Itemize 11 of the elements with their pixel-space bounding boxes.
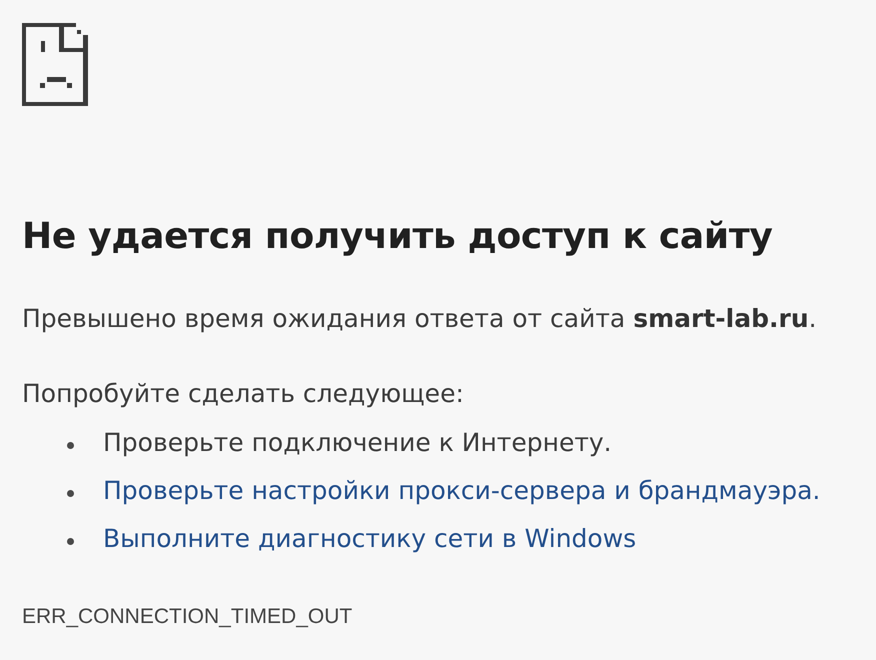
bullet-icon bbox=[67, 538, 74, 544]
bullet-icon bbox=[67, 442, 74, 448]
error-message: Превышено время ожидания ответа от сайта smart-lab.ru. bbox=[22, 303, 817, 335]
error-code: ERR_CONNECTION_TIMED_OUT bbox=[22, 604, 352, 630]
suggestion-text: Проверьте подключение к Интернету. bbox=[103, 427, 612, 459]
suggestion-link[interactable]: Проверьте настройки прокси-сервера и брандмауэра. bbox=[103, 475, 820, 507]
suggestions-title: Попробуйте сделать следующее: bbox=[22, 378, 464, 410]
sad-page-icon bbox=[22, 23, 88, 106]
bullet-icon bbox=[67, 490, 74, 496]
error-heading: Не удается получить доступ к сайту bbox=[22, 215, 773, 259]
suggestion-link[interactable]: Выполните диагностику сети в Windows bbox=[103, 523, 636, 555]
